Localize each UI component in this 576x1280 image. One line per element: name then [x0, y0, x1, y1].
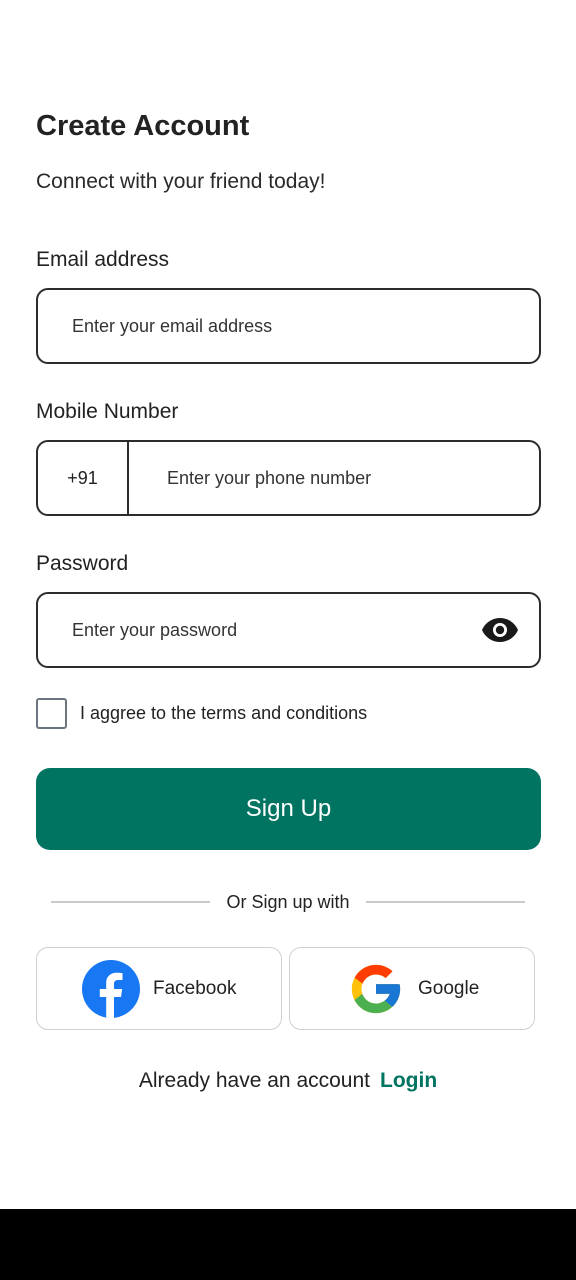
login-link[interactable]: Login [380, 1069, 437, 1093]
login-row: Already have an account Login [0, 1066, 576, 1096]
terms-checkbox[interactable] [36, 698, 67, 729]
divider-label: Or Sign up with [226, 891, 350, 912]
country-code[interactable]: +91 [38, 442, 129, 514]
mobile-label: Mobile Number [36, 400, 179, 423]
google-button[interactable]: Google [289, 947, 535, 1030]
facebook-label: Facebook [153, 977, 237, 999]
page-title: Create Account [36, 110, 250, 142]
sign-up-button[interactable]: Sign Up [36, 768, 541, 850]
terms-label[interactable]: I aggree to the terms and conditions [80, 703, 367, 724]
google-icon [346, 959, 406, 1019]
google-label: Google [418, 977, 480, 999]
divider-line-right [365, 901, 525, 903]
password-field-container [36, 592, 541, 668]
email-field-container [36, 288, 541, 364]
phone-field[interactable] [129, 442, 539, 514]
mobile-field-container: +91 [36, 440, 541, 516]
system-navigation-bar [0, 1209, 576, 1280]
password-label: Password [36, 552, 129, 575]
email-field[interactable] [38, 290, 539, 362]
email-label: Email address [36, 248, 170, 271]
login-prompt: Already have an account [138, 1069, 370, 1092]
password-field[interactable] [38, 594, 539, 666]
signup-screen: Create Account Connect with your friend … [0, 0, 576, 1280]
facebook-icon [81, 959, 141, 1019]
divider-line-left [51, 901, 211, 903]
facebook-button[interactable]: Facebook [36, 947, 282, 1030]
page-subtitle: Connect with your friend today! [36, 170, 326, 193]
eye-icon[interactable] [481, 617, 519, 643]
social-divider: Or Sign up with [51, 890, 525, 914]
terms-row: I aggree to the terms and conditions [36, 698, 367, 729]
